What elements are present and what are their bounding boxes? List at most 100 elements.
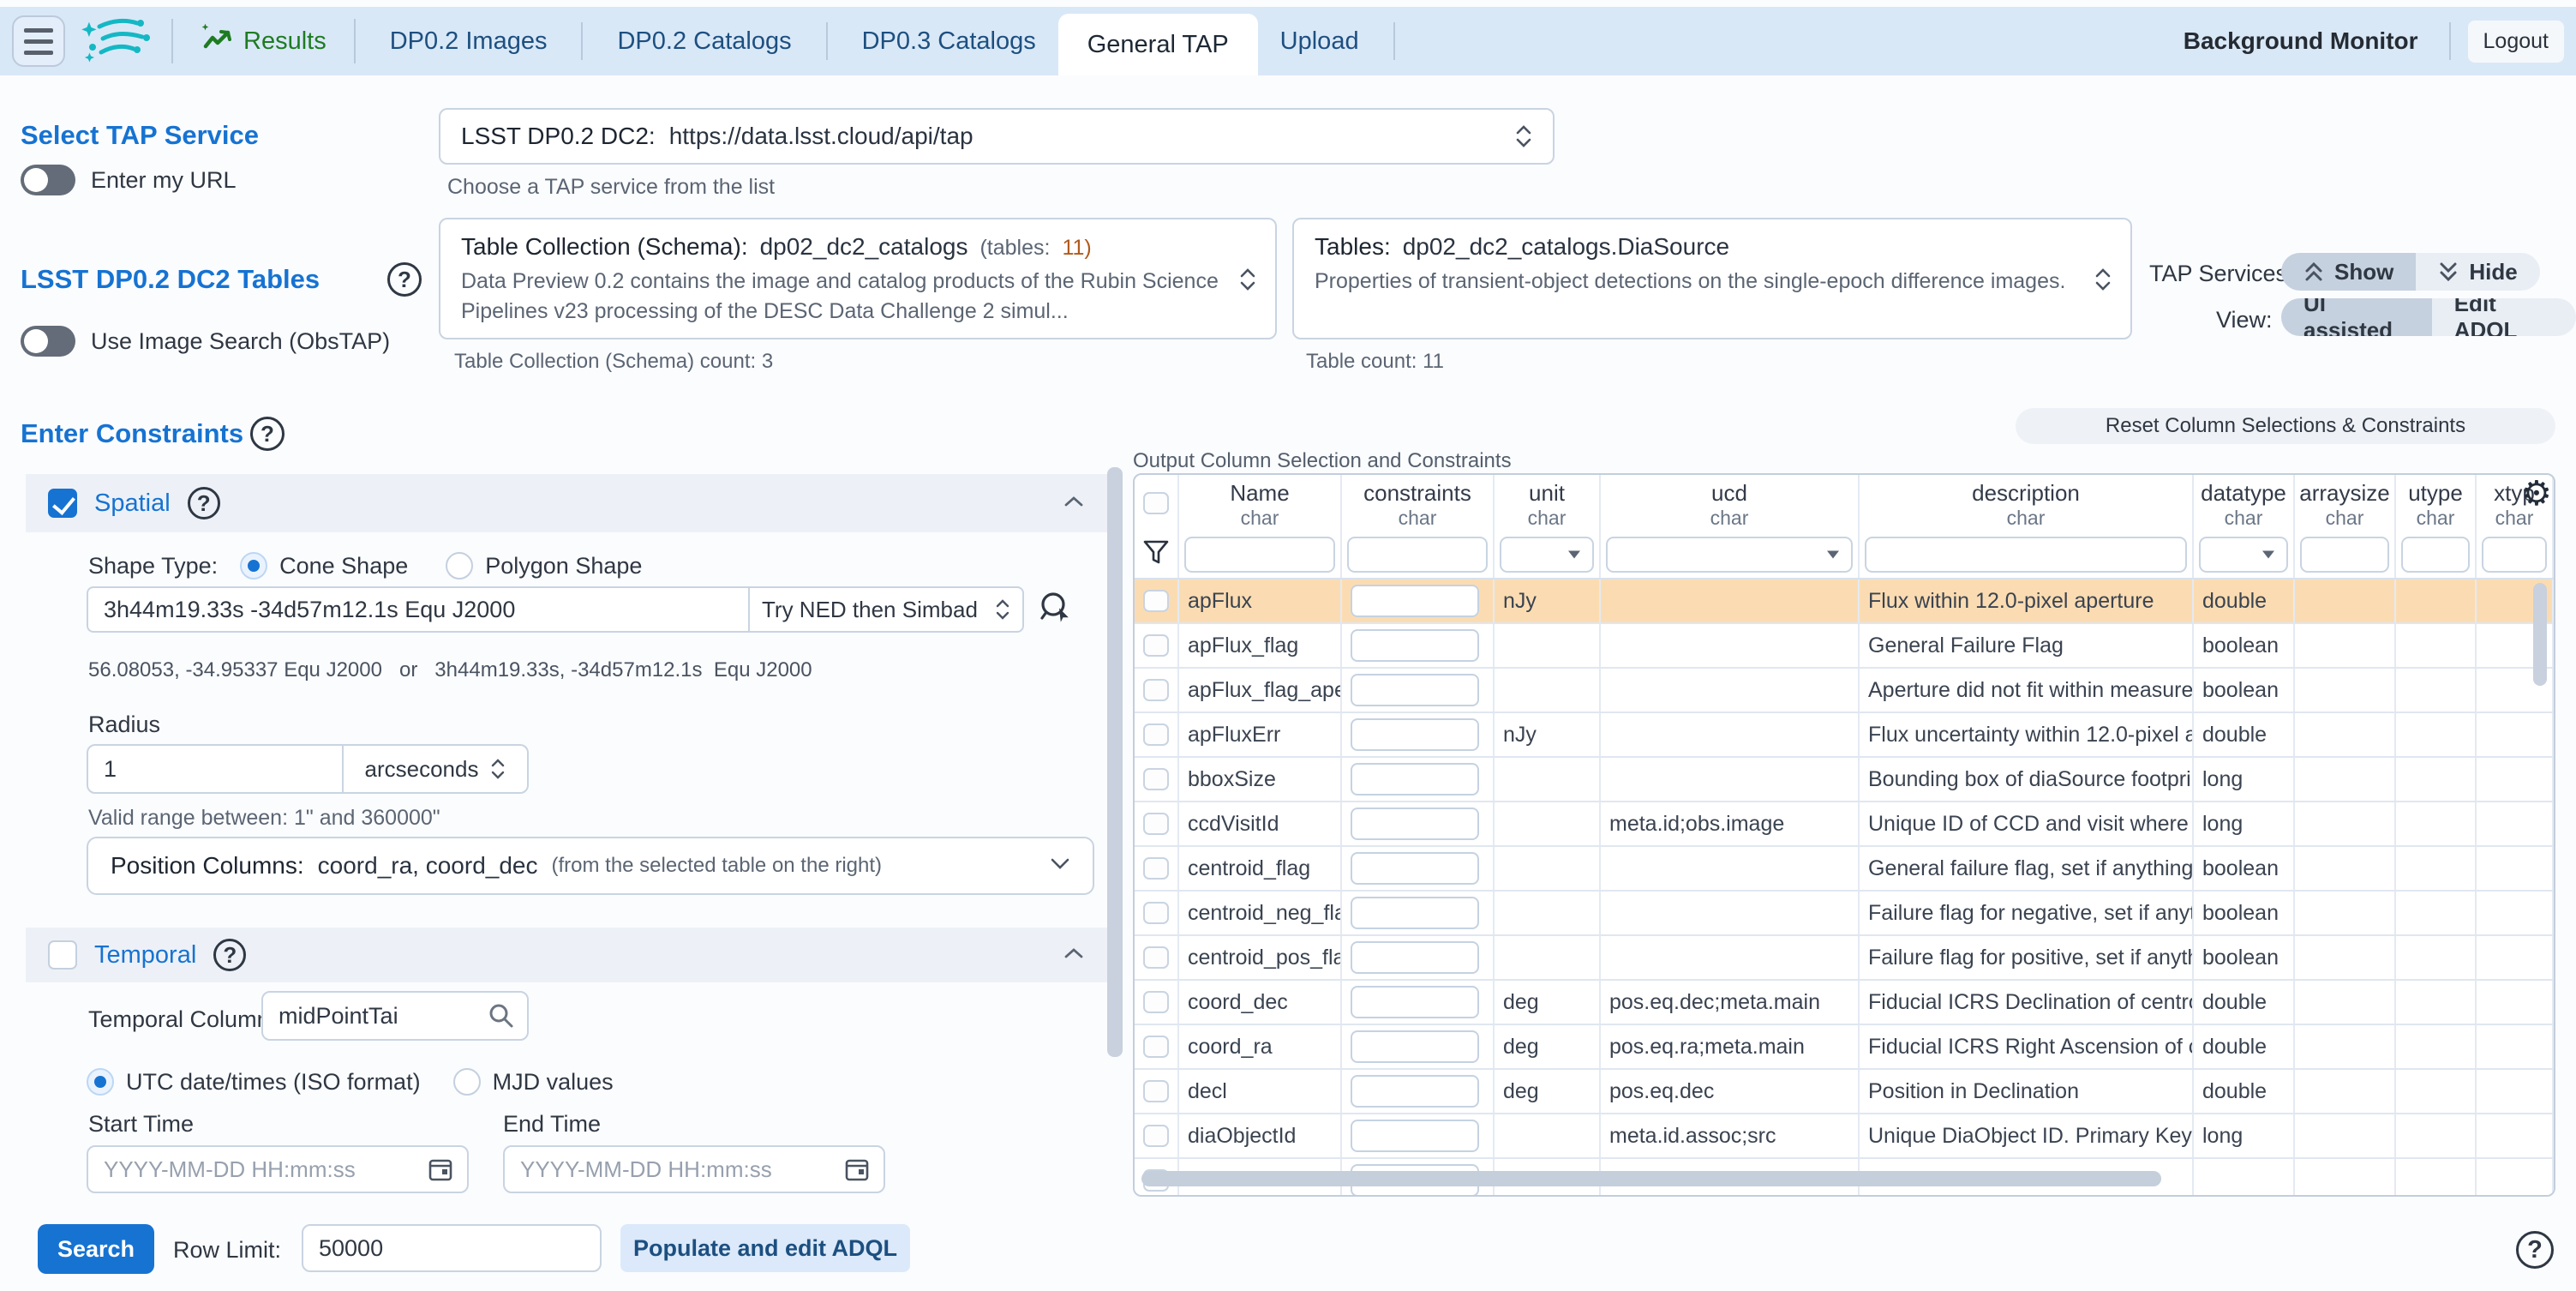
table-row[interactable]: ccdVisitId meta.id;obs.image Unique ID o… (1135, 802, 2554, 847)
temporal-checkbox[interactable] (48, 940, 77, 970)
row-constraint-input[interactable] (1351, 718, 1479, 751)
tap-services-hide-button[interactable]: Hide (2416, 253, 2539, 291)
row-constraint-input[interactable] (1351, 1120, 1479, 1152)
search-button[interactable]: Search (38, 1224, 154, 1274)
table-vertical-scrollbar[interactable] (2533, 583, 2547, 686)
table-row[interactable]: centroid_pos_flag Failure flag for posit… (1135, 936, 2554, 981)
start-time-calendar-icon[interactable] (428, 1156, 453, 1186)
utc-radio-option[interactable]: UTC date/times (ISO format) (87, 1068, 421, 1096)
row-constraint-input[interactable] (1351, 763, 1479, 796)
mjd-radio[interactable] (453, 1068, 481, 1096)
filter-name-input[interactable] (1184, 537, 1335, 573)
tab-general-tap[interactable]: General TAP (1058, 14, 1258, 75)
polygon-shape-radio[interactable] (446, 552, 473, 579)
table-row[interactable]: apFlux nJy Flux within 12.0-pixel apertu… (1135, 579, 2554, 624)
cone-shape-radio[interactable] (240, 552, 267, 579)
tap-services-show-button[interactable]: Show (2281, 253, 2416, 291)
utc-radio[interactable] (87, 1068, 114, 1096)
row-checkbox[interactable] (1143, 679, 1169, 701)
populate-adql-button[interactable]: Populate and edit ADQL (620, 1224, 910, 1272)
temporal-collapse-icon[interactable] (1063, 946, 1085, 964)
row-constraint-input[interactable] (1351, 941, 1479, 974)
radius-input[interactable] (87, 744, 344, 794)
table-row[interactable]: apFlux_flag General Failure Flag boolean (1135, 624, 2554, 669)
temporal-help-icon[interactable]: ? (213, 939, 246, 971)
row-checkbox[interactable] (1143, 902, 1169, 924)
tab-dp03-catalogs[interactable]: DP0.3 Catalogs (840, 10, 1058, 72)
table-row[interactable]: centroid_flag General failure flag, set … (1135, 847, 2554, 892)
logout-button[interactable]: Logout (2468, 21, 2564, 63)
row-checkbox[interactable] (1143, 634, 1169, 657)
view-edit-adql-button[interactable]: Edit ADQL (2432, 298, 2576, 336)
temporal-column-search-icon[interactable] (488, 1002, 515, 1034)
position-input[interactable] (87, 586, 748, 633)
row-checkbox[interactable] (1143, 946, 1169, 969)
table-settings-gear-icon[interactable]: ⚙ (2521, 477, 2552, 511)
tab-dp02-catalogs[interactable]: DP0.2 Catalogs (595, 10, 813, 72)
resolver-select[interactable]: Try NED then Simbad (748, 586, 1024, 633)
row-constraint-input[interactable] (1351, 585, 1479, 617)
mjd-radio-option[interactable]: MJD values (453, 1068, 614, 1096)
row-checkbox[interactable] (1143, 813, 1169, 835)
resolve-position-search-icon[interactable] (1036, 588, 1075, 632)
position-columns-select[interactable]: Position Columns: coord_ra, coord_dec (f… (87, 837, 1094, 895)
row-constraint-input[interactable] (1351, 808, 1479, 840)
radius-unit-select[interactable]: arcseconds (344, 744, 529, 794)
use-image-search-toggle[interactable] (21, 326, 75, 357)
filter-ucd-input[interactable] (1606, 537, 1853, 573)
row-limit-input[interactable] (302, 1224, 602, 1272)
filter-utype-input[interactable] (2401, 537, 2470, 573)
row-checkbox[interactable] (1143, 724, 1169, 746)
tables-help-icon[interactable]: ? (387, 262, 422, 297)
tables-select[interactable]: Tables: dp02_dc2_catalogs.DiaSource Prop… (1292, 218, 2132, 339)
table-row[interactable]: apFluxErr nJy Flux uncertainty within 12… (1135, 713, 2554, 758)
filter-funnel-icon[interactable] (1143, 539, 1169, 571)
row-constraint-input[interactable] (1351, 1075, 1479, 1108)
row-checkbox[interactable] (1143, 590, 1169, 612)
row-checkbox[interactable] (1143, 768, 1169, 790)
tab-results[interactable]: Results (185, 22, 342, 61)
table-row[interactable]: centroid_neg_flag Failure flag for negat… (1135, 892, 2554, 936)
filter-constraints-input[interactable] (1347, 537, 1488, 573)
row-constraint-input[interactable] (1351, 852, 1479, 885)
filter-unit-input[interactable] (1500, 537, 1594, 573)
filter-xtype-input[interactable] (2482, 537, 2547, 573)
table-row[interactable]: diaObjectId meta.id.assoc;src Unique Dia… (1135, 1114, 2554, 1159)
spatial-help-icon[interactable]: ? (188, 487, 220, 519)
table-row[interactable]: apFlux_flag_apert Aperture did not fit w… (1135, 669, 2554, 713)
page-help-icon[interactable]: ? (2516, 1231, 2554, 1269)
row-checkbox[interactable] (1143, 1080, 1169, 1102)
constraints-help-icon[interactable]: ? (250, 417, 285, 451)
row-constraint-input[interactable] (1351, 629, 1479, 662)
table-row[interactable]: coord_dec deg pos.eq.dec;meta.main Fiduc… (1135, 981, 2554, 1025)
reset-column-selections-button[interactable]: Reset Column Selections & Constraints (2016, 408, 2555, 444)
table-collection-select[interactable]: Table Collection (Schema): dp02_dc2_cata… (439, 218, 1277, 339)
menu-hamburger-button[interactable] (12, 15, 65, 67)
end-time-calendar-icon[interactable] (844, 1156, 870, 1186)
row-checkbox[interactable] (1143, 991, 1169, 1013)
row-checkbox[interactable] (1143, 857, 1169, 880)
constraints-panel-scrollbar[interactable] (1107, 467, 1123, 1057)
row-checkbox[interactable] (1143, 1036, 1169, 1058)
select-all-checkbox[interactable] (1143, 492, 1169, 514)
row-constraint-input[interactable] (1351, 1030, 1479, 1063)
spatial-checkbox[interactable] (48, 489, 77, 518)
tab-upload[interactable]: Upload (1258, 10, 1381, 72)
table-row[interactable]: bboxSize Bounding box of diaSource footp… (1135, 758, 2554, 802)
filter-datatype-input[interactable] (2199, 537, 2288, 573)
tap-service-select[interactable]: LSST DP0.2 DC2: https://data.lsst.cloud/… (439, 108, 1555, 165)
spatial-collapse-icon[interactable] (1063, 495, 1085, 513)
background-monitor-button[interactable]: Background Monitor (2165, 27, 2437, 55)
row-constraint-input[interactable] (1351, 897, 1479, 929)
filter-arraysize-input[interactable] (2300, 537, 2389, 573)
table-row[interactable]: coord_ra deg pos.eq.ra;meta.main Fiducia… (1135, 1025, 2554, 1070)
end-time-input[interactable] (503, 1145, 885, 1193)
start-time-input[interactable] (87, 1145, 469, 1193)
polygon-shape-radio-option[interactable]: Polygon Shape (446, 552, 642, 579)
enter-my-url-toggle[interactable] (21, 165, 75, 195)
table-horizontal-scrollbar[interactable] (1141, 1171, 2161, 1186)
cone-shape-radio-option[interactable]: Cone Shape (240, 552, 408, 579)
row-constraint-input[interactable] (1351, 674, 1479, 706)
filter-description-input[interactable] (1865, 537, 2187, 573)
row-checkbox[interactable] (1143, 1125, 1169, 1147)
